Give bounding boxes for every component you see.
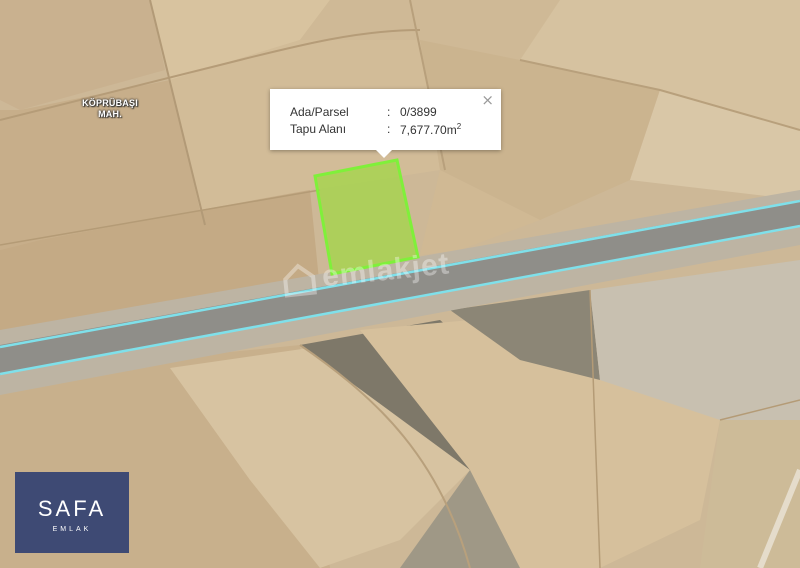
popup-label-parcel: Ada/Parsel [290,105,349,119]
popup-separator: : [387,122,391,136]
logo-subtitle-text: EMLAK [52,526,92,533]
watermark-house-icon [283,263,317,298]
popup-label-area: Tapu Alanı [290,122,347,136]
place-label: KÖPRÜBAŞI MAH. [70,98,150,120]
popup-value-parcel: 0/3899 [400,105,437,119]
place-label-line2: MAH. [98,109,122,119]
logo-brand-text: SAFA [37,496,107,521]
close-icon[interactable]: × [481,92,494,108]
popup-value-area-number: 7,677.70m [400,123,457,137]
place-label-line1: KÖPRÜBAŞI [82,98,138,108]
popup-value-area-unit-sup: 2 [456,122,462,131]
popup-separator: : [387,105,391,119]
satellite-map[interactable]: KÖPRÜBAŞI MAH. emlakjet Ada/Parsel : 0/3… [0,0,800,568]
parcel-info-popup: Ada/Parsel : 0/3899 Tapu Alanı : 7,677.7… [270,89,501,158]
popup-value-area: 7,677.70m2 [400,122,461,137]
brand-logo: SAFA EMLAK [15,472,129,553]
